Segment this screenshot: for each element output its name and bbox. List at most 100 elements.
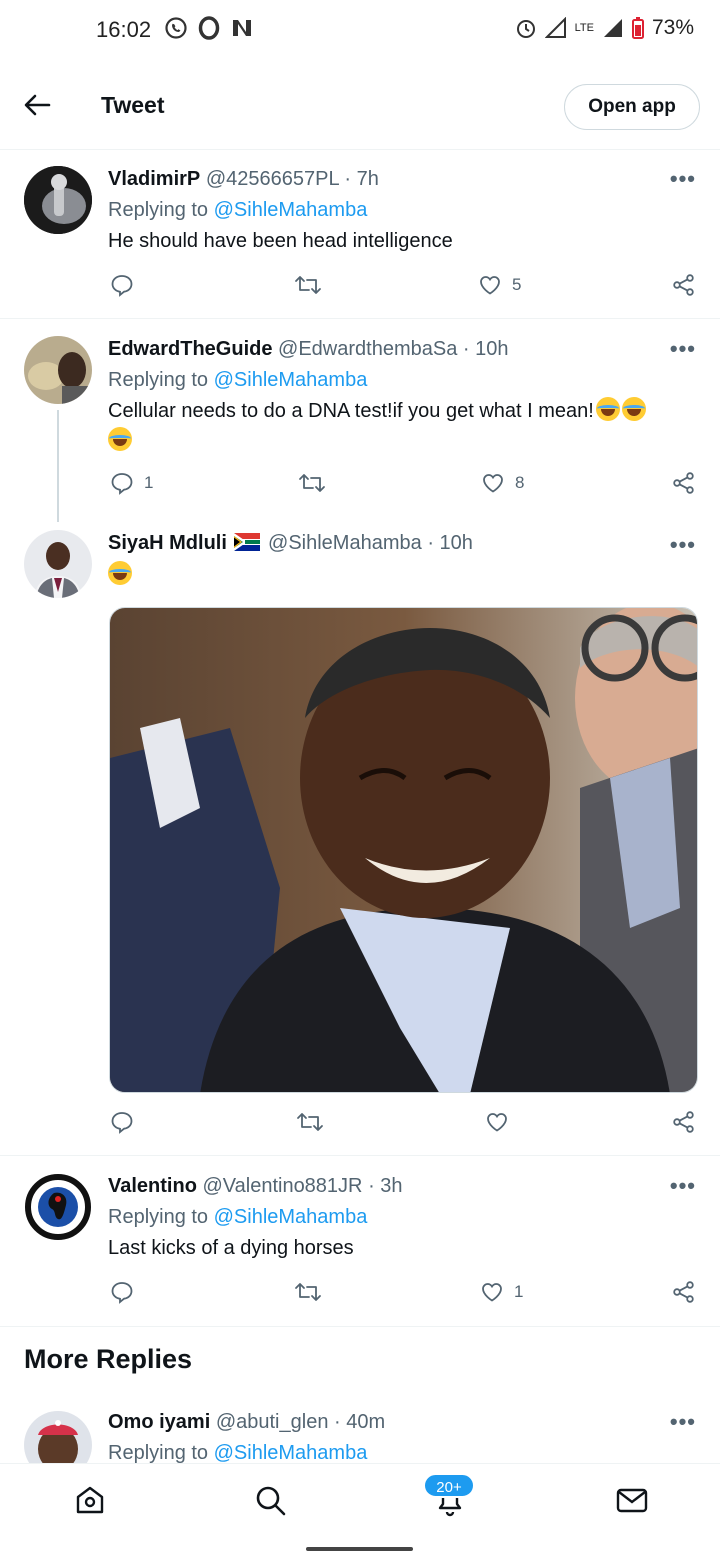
thread-connector <box>57 410 59 522</box>
author-handle[interactable]: @Valentino881JR <box>202 1175 362 1197</box>
share-button[interactable] <box>672 1280 696 1304</box>
mention-link[interactable]: @SihleMahamba <box>214 199 368 221</box>
retweet-button[interactable] <box>296 1110 334 1134</box>
home-gesture-bar[interactable] <box>306 1547 413 1551</box>
status-bar: 16:02 LTE 73% <box>0 0 720 60</box>
open-app-button[interactable]: Open app <box>564 84 700 130</box>
tweet-photo[interactable] <box>109 607 698 1093</box>
status-time: 16:02 <box>96 17 152 42</box>
author-handle[interactable]: @42566657PL <box>206 168 339 190</box>
avatar[interactable] <box>24 336 92 404</box>
mention-link[interactable]: @SihleMahamba <box>214 369 368 391</box>
tweet[interactable]: VladimirP @42566657PL · 7h ••• Replying … <box>0 150 720 318</box>
like-count: 1 <box>514 1282 524 1301</box>
like-button[interactable] <box>485 1110 519 1134</box>
tweet-body <box>108 560 688 590</box>
alarm-icon <box>516 20 535 38</box>
retweet-icon <box>299 474 325 492</box>
reply-count: 1 <box>144 473 154 492</box>
avatar[interactable] <box>24 1173 92 1241</box>
like-button[interactable]: 8 <box>481 471 524 495</box>
opera-icon <box>198 16 220 40</box>
retweet-button[interactable] <box>294 1280 332 1304</box>
more-options-icon[interactable]: ••• <box>670 166 696 192</box>
author-name[interactable]: SiyaH Mdluli <box>108 532 227 554</box>
tweet-actions: 1 8 <box>108 471 698 501</box>
tweet-author-line: Valentino @Valentino881JR · 3h <box>108 1175 403 1198</box>
like-count: 8 <box>515 473 525 492</box>
replying-to: Replying to @SihleMahamba <box>108 369 367 392</box>
author-name[interactable]: VladimirP <box>108 168 200 190</box>
mention-link[interactable]: @SihleMahamba <box>214 1442 368 1463</box>
replying-to: Replying to @SihleMahamba <box>108 1206 367 1229</box>
laughing-emoji-icon <box>621 397 646 421</box>
back-arrow-icon[interactable] <box>22 90 52 120</box>
more-options-icon[interactable]: ••• <box>670 1409 696 1435</box>
battery-level: 73% <box>651 16 694 39</box>
share-button[interactable] <box>672 1110 696 1134</box>
home-icon[interactable] <box>72 1482 108 1518</box>
tweet[interactable]: Valentino @Valentino881JR · 3h ••• Reply… <box>0 1157 720 1325</box>
mention-link[interactable]: @SihleMahamba <box>214 1206 368 1228</box>
reply-button[interactable] <box>110 1110 144 1134</box>
tweet-actions <box>108 1110 698 1140</box>
author-handle[interactable]: @SihleMahamba <box>268 532 422 554</box>
author-handle[interactable]: @EdwardthembaSa <box>278 338 457 360</box>
system-status: LTE 73% <box>515 16 694 40</box>
more-options-icon[interactable]: ••• <box>670 532 696 558</box>
reply-button[interactable]: 1 <box>110 471 153 495</box>
like-count: 5 <box>512 275 522 294</box>
tweet[interactable]: EdwardTheGuide @EdwardthembaSa · 10h •••… <box>0 320 720 520</box>
share-button[interactable] <box>672 471 696 495</box>
battery-icon <box>631 17 644 39</box>
share-button[interactable] <box>672 273 696 297</box>
heart-icon <box>480 276 500 295</box>
more-replies-heading: More Replies <box>24 1344 193 1374</box>
retweet-button[interactable] <box>298 471 336 495</box>
tweet-text: Cellular needs to do a DNA test!if you g… <box>108 400 594 422</box>
reply-button[interactable] <box>110 273 144 297</box>
avatar[interactable] <box>24 530 92 598</box>
more-options-icon[interactable]: ••• <box>670 336 696 362</box>
replying-label: Replying to <box>108 1442 209 1463</box>
avatar[interactable] <box>24 1411 92 1463</box>
south-africa-flag-icon <box>234 533 261 551</box>
signal-icon <box>544 17 566 38</box>
more-options-icon[interactable]: ••• <box>670 1173 696 1199</box>
tweet-actions: 5 <box>108 273 698 303</box>
notifications-badge: 20+ <box>423 1473 475 1498</box>
like-button[interactable]: 1 <box>480 1280 523 1304</box>
divider <box>0 1155 720 1156</box>
reply-button[interactable] <box>110 1280 144 1304</box>
tweet-author-line: VladimirP @42566657PL · 7h <box>108 168 379 191</box>
tweet-author-line: Omo iyami @abuti_glen · 40m <box>108 1411 385 1434</box>
share-icon <box>673 1281 694 1303</box>
avatar[interactable] <box>24 166 92 234</box>
news-icon <box>233 20 251 36</box>
like-button[interactable]: 5 <box>478 273 521 297</box>
replying-to: Replying to @SihleMahamba <box>108 1442 367 1463</box>
author-name[interactable]: Valentino <box>108 1175 197 1197</box>
search-icon[interactable] <box>252 1482 288 1518</box>
notification-icons <box>164 16 254 40</box>
whatsapp-icon <box>165 17 187 39</box>
heart-icon <box>487 1113 507 1132</box>
share-icon <box>673 472 694 494</box>
author-name[interactable]: Omo iyami <box>108 1411 210 1433</box>
retweet-button[interactable] <box>294 273 332 297</box>
network-type: LTE <box>574 21 594 34</box>
author-name[interactable]: EdwardTheGuide <box>108 338 272 360</box>
tweet-author-line: EdwardTheGuide @EdwardthembaSa · 10h <box>108 338 508 361</box>
signal-icon <box>603 19 622 37</box>
heart-icon <box>482 1283 502 1302</box>
divider <box>0 318 720 319</box>
replying-label: Replying to <box>108 199 209 221</box>
divider <box>0 1326 720 1327</box>
author-handle[interactable]: @abuti_glen <box>216 1411 329 1433</box>
reply-icon <box>111 1282 133 1304</box>
messages-envelope-icon[interactable] <box>614 1482 650 1518</box>
tweet[interactable]: Omo iyami @abuti_glen · 40m ••• Replying… <box>0 1393 720 1463</box>
share-icon <box>673 1111 694 1133</box>
tweet-time: · 10h <box>427 532 473 554</box>
page-title: Tweet <box>101 92 165 118</box>
